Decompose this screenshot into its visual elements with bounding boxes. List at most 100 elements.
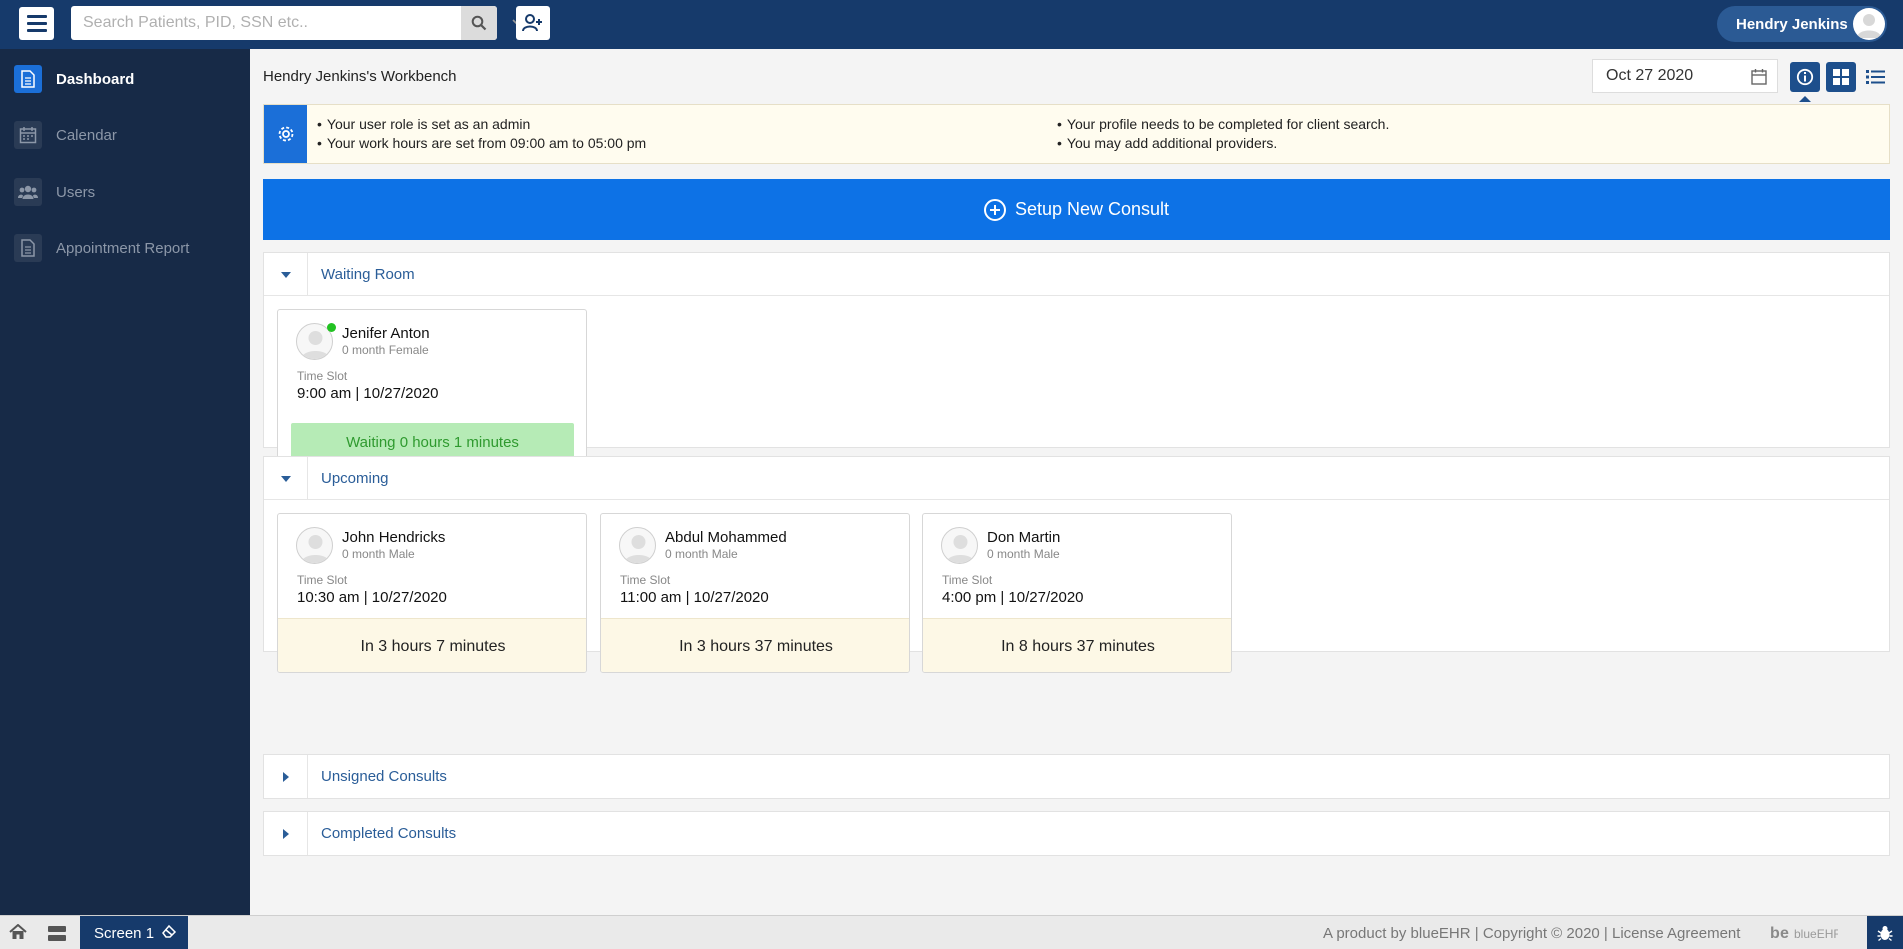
info-banner: Your user role is set as an admin Your w…	[263, 104, 1890, 164]
footer-bar: Screen 1 A product by blueEHR | Copyrigh…	[0, 915, 1903, 949]
copyright-text[interactable]: A product by blueEHR | Copyright © 2020 …	[1323, 925, 1740, 942]
blueehr-logo: b e blueEHR	[1768, 921, 1842, 945]
collapse-toggle-icon[interactable]	[264, 253, 308, 296]
collapse-toggle-icon[interactable]	[264, 457, 308, 500]
patient-name: Abdul Mohammed	[665, 529, 787, 546]
sidebar-item-label: Appointment Report	[56, 239, 190, 257]
page-title: Hendry Jenkins's Workbench	[263, 68, 457, 85]
patient-meta: 0 month Male	[987, 547, 1060, 561]
user-name: Hendry Jenkins	[1736, 15, 1848, 33]
banner-left-notes: Your user role is set as an admin Your w…	[317, 115, 646, 153]
patient-search	[71, 6, 524, 40]
patient-meta: 0 month Male	[665, 547, 738, 561]
expand-toggle-icon[interactable]	[264, 755, 308, 798]
patient-name: John Hendricks	[342, 529, 446, 546]
section-header[interactable]: Completed Consults	[264, 812, 1889, 855]
info-view-button[interactable]	[1790, 62, 1820, 92]
date-value: Oct 27 2020	[1606, 67, 1694, 84]
eraser-icon[interactable]	[161, 924, 177, 942]
patient-card[interactable]: Jenifer Anton 0 month Female Time Slot 9…	[277, 309, 587, 469]
bug-report-icon[interactable]	[1867, 916, 1903, 949]
search-button[interactable]	[461, 6, 497, 40]
countdown-status: In 3 hours 7 minutes	[278, 618, 586, 672]
date-picker[interactable]: Oct 27 2020	[1592, 59, 1778, 93]
patient-card[interactable]: Don Martin 0 month Male Time Slot 4:00 p…	[922, 513, 1232, 673]
section-header[interactable]: Unsigned Consults	[264, 755, 1889, 798]
list-icon	[1866, 70, 1885, 84]
users-icon	[14, 178, 42, 206]
add-user-icon	[522, 14, 542, 32]
sidebar-item-label: Users	[56, 183, 96, 201]
banner-note: You may add additional providers.	[1057, 134, 1389, 153]
hamburger-menu-icon[interactable]	[19, 7, 54, 40]
plus-circle-icon	[983, 198, 1006, 221]
calendar-icon	[14, 121, 42, 149]
active-view-indicator	[1799, 96, 1811, 102]
banner-note: Your work hours are set from 09:00 am to…	[317, 134, 646, 153]
completed-consults-section: Completed Consults	[263, 811, 1890, 856]
upcoming-section: Upcoming John Hendricks 0 month Male Tim…	[263, 456, 1890, 673]
search-icon	[471, 15, 487, 31]
search-input[interactable]	[71, 6, 429, 40]
time-slot-label: Time Slot	[620, 573, 671, 587]
patient-card[interactable]: John Hendricks 0 month Male Time Slot 10…	[277, 513, 587, 673]
time-slot: 4:00 pm | 10/27/2020	[942, 589, 1084, 606]
banner-note: Your user role is set as an admin	[317, 115, 646, 134]
sidebar-item-calendar[interactable]: Calendar	[0, 113, 250, 157]
banner-note: Your profile needs to be completed for c…	[1057, 115, 1389, 134]
main-content: Hendry Jenkins's Workbench Oct 27 2020 Y…	[250, 49, 1903, 915]
unsigned-consults-section: Unsigned Consults	[263, 754, 1890, 799]
top-bar: Hendry Jenkins	[0, 0, 1903, 49]
list-view-button[interactable]	[1861, 62, 1891, 92]
patient-meta: 0 month Female	[342, 343, 429, 357]
countdown-status: In 8 hours 37 minutes	[923, 618, 1231, 672]
sidebar-item-users[interactable]: Users	[0, 170, 250, 214]
time-slot: 11:00 am | 10/27/2020	[620, 589, 769, 606]
time-slot: 9:00 am | 10/27/2020	[297, 385, 439, 402]
avatar	[941, 527, 978, 564]
home-icon[interactable]	[6, 921, 30, 943]
section-title: Unsigned Consults	[321, 768, 447, 785]
info-icon	[1796, 68, 1814, 86]
waiting-room-section: Waiting Room Jenifer Anton 0 month Femal…	[263, 252, 1890, 469]
countdown-status: In 3 hours 37 minutes	[601, 618, 909, 672]
patient-card[interactable]: Abdul Mohammed 0 month Male Time Slot 11…	[600, 513, 910, 673]
avatar	[296, 527, 333, 564]
screen-tab[interactable]: Screen 1	[80, 916, 188, 949]
calendar-icon[interactable]	[1751, 68, 1767, 90]
banner-right-notes: Your profile needs to be completed for c…	[1057, 115, 1389, 153]
logo-text: blueEHR	[1794, 927, 1838, 941]
report-icon	[14, 234, 42, 262]
online-status-dot	[327, 323, 336, 332]
section-header[interactable]: Waiting Room	[264, 253, 1889, 296]
svg-text:e: e	[1780, 925, 1789, 942]
sidebar: Dashboard Calendar Users Appointment Rep…	[0, 49, 250, 915]
setup-label: Setup New Consult	[1014, 199, 1170, 219]
gear-icon[interactable]	[264, 105, 307, 163]
screen-tab-label: Screen 1	[94, 924, 155, 942]
sidebar-item-dashboard[interactable]: Dashboard	[0, 57, 250, 101]
sidebar-item-label: Calendar	[56, 126, 117, 144]
avatar	[619, 527, 656, 564]
grid-view-button[interactable]	[1826, 62, 1856, 92]
time-slot-label: Time Slot	[297, 369, 348, 383]
user-menu[interactable]: Hendry Jenkins	[1717, 6, 1887, 42]
sidebar-item-appointment-report[interactable]: Appointment Report	[0, 226, 250, 270]
setup-new-consult-button[interactable]: Setup New Consult	[263, 179, 1890, 240]
avatar	[1853, 8, 1885, 40]
sidebar-item-label: Dashboard	[56, 70, 135, 88]
screens-icon[interactable]	[45, 922, 69, 944]
grid-icon	[1833, 69, 1849, 85]
time-slot-label: Time Slot	[297, 573, 348, 587]
patient-name: Jenifer Anton	[342, 325, 430, 342]
expand-toggle-icon[interactable]	[264, 812, 308, 855]
time-slot: 10:30 am | 10/27/2020	[297, 589, 447, 606]
section-title: Upcoming	[321, 470, 389, 487]
add-patient-button[interactable]	[516, 6, 550, 40]
section-header[interactable]: Upcoming	[264, 457, 1889, 500]
patient-meta: 0 month Male	[342, 547, 415, 561]
patient-name: Don Martin	[987, 529, 1061, 546]
document-icon	[14, 65, 42, 93]
time-slot-label: Time Slot	[942, 573, 993, 587]
section-title: Waiting Room	[321, 266, 415, 283]
